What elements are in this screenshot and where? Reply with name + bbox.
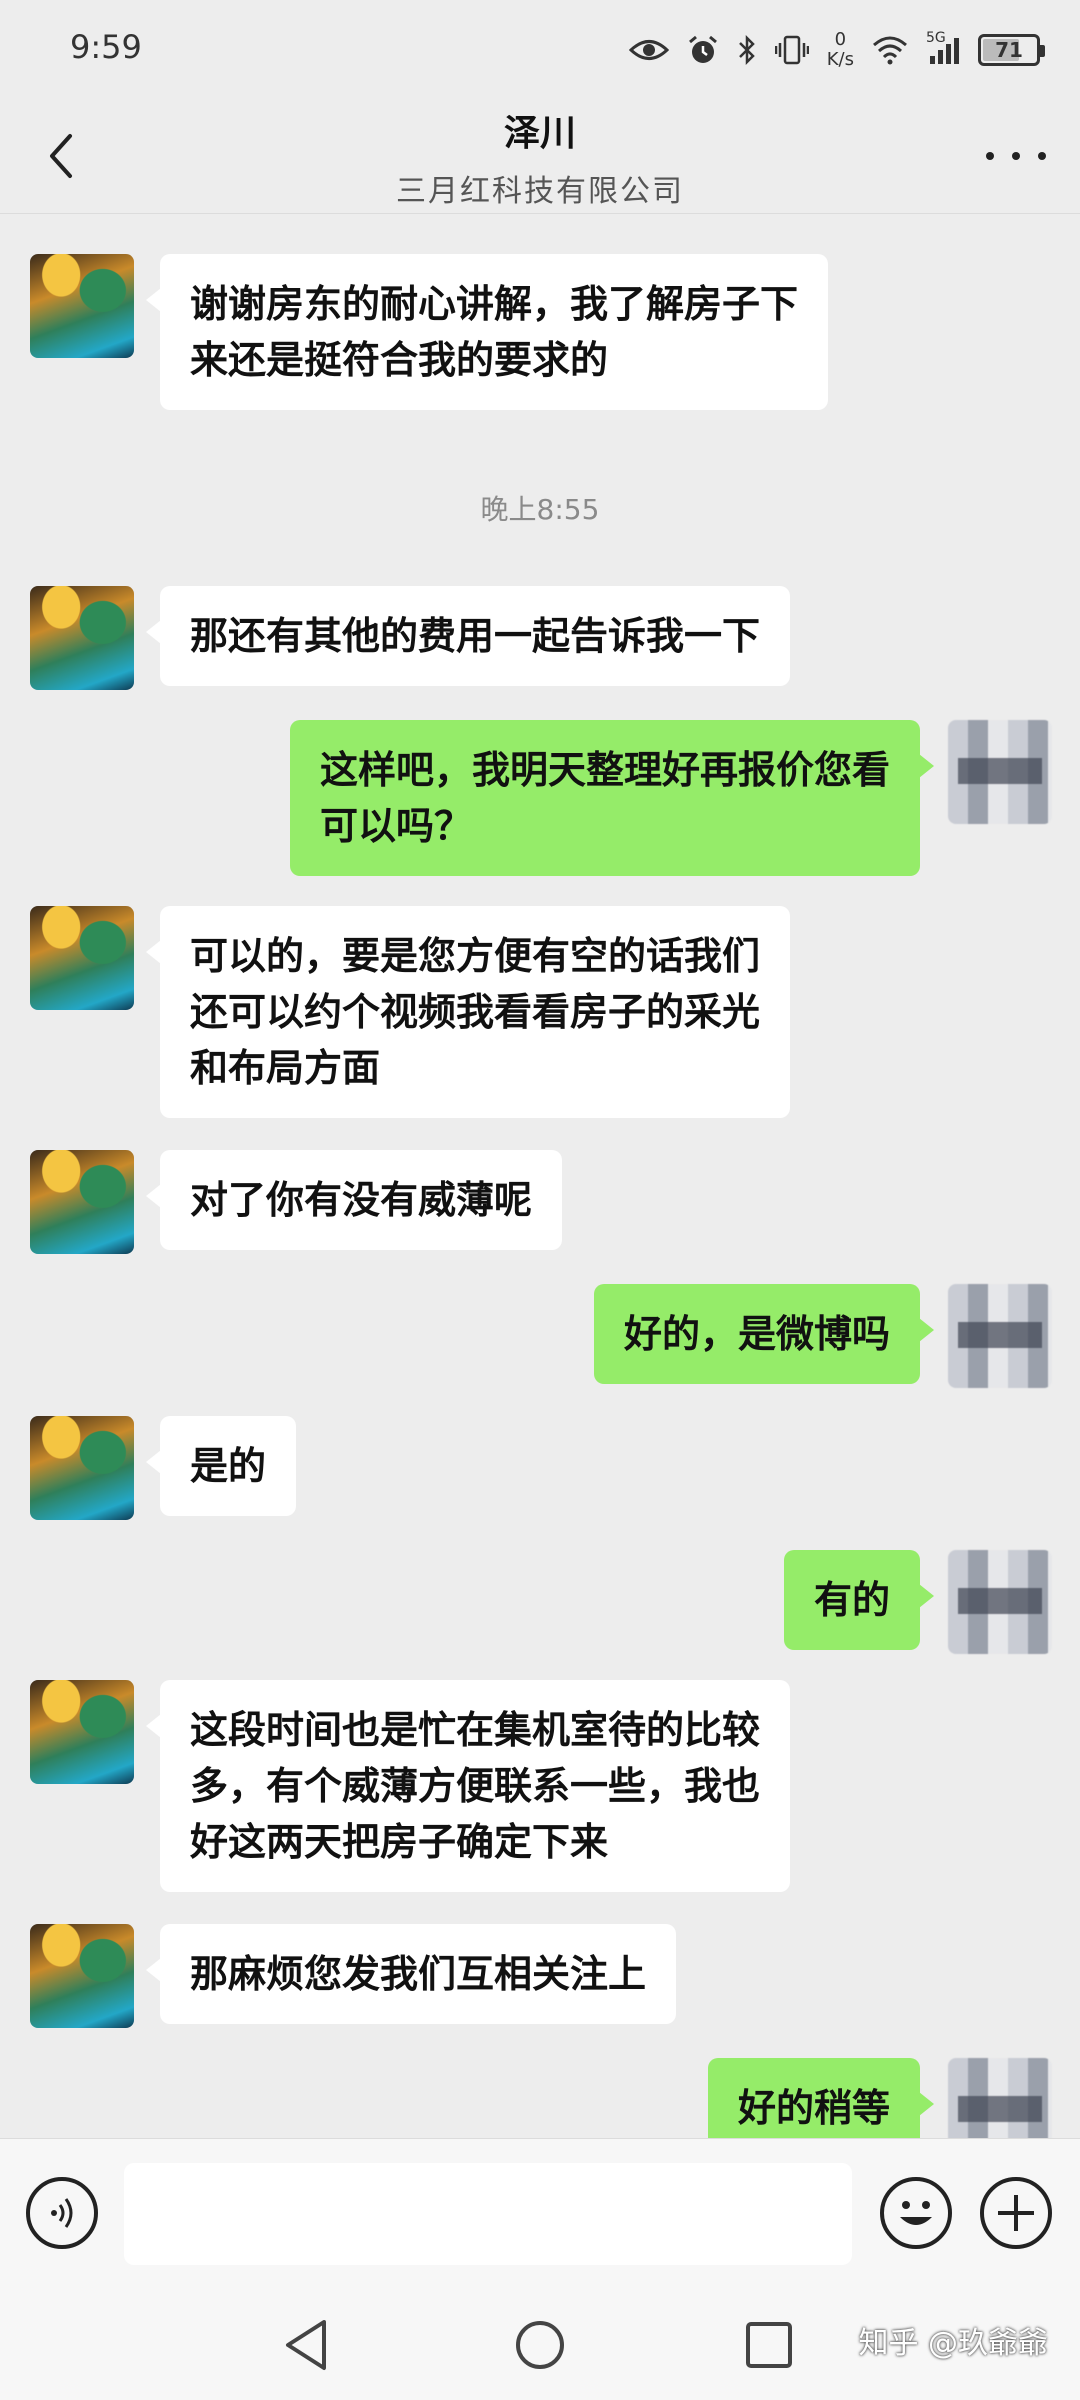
contact-avatar[interactable] [30, 1924, 134, 2028]
title-wrap: 泽川 三月红科技有限公司 [0, 104, 1080, 210]
self-avatar[interactable] [948, 720, 1052, 824]
battery-icon: 71 [978, 34, 1045, 66]
nav-back-button[interactable] [274, 2312, 340, 2378]
more-button[interactable] [986, 136, 1046, 176]
chat-title: 泽川 [503, 112, 576, 154]
net-speed-value: 0 [834, 29, 847, 50]
chat-header: 泽川 三月红科技有限公司 [0, 96, 1080, 214]
wifi-icon [873, 36, 907, 65]
self-avatar[interactable] [948, 2058, 1052, 2138]
message-bubble-incoming[interactable]: 是的 [145, 1416, 297, 1516]
voice-button[interactable] [26, 2177, 98, 2249]
nav-recents-icon [746, 2322, 792, 2368]
nav-home-icon [516, 2321, 564, 2369]
nav-home-button[interactable] [507, 2312, 573, 2378]
chat-subtitle: 三月红科技有限公司 [396, 174, 684, 209]
message-bubble-outgoing[interactable]: 好的稍等 [707, 2058, 935, 2138]
more-dot [986, 152, 994, 160]
message-bubble-incoming[interactable]: 那还有其他的费用一起告诉我一下 [145, 586, 791, 686]
message-bubble-incoming[interactable]: 谢谢房东的耐心讲解，我了解房子下 来还是挺符合我的要求的 [145, 254, 829, 410]
nav-recents-button[interactable] [736, 2312, 802, 2378]
status-icons: 0 K/s 5G 71 [628, 22, 1045, 78]
eye-icon [628, 40, 669, 60]
message-bubble-outgoing[interactable]: 好的，是微博吗 [593, 1284, 935, 1384]
self-avatar[interactable] [948, 1284, 1052, 1388]
battery-level: 71 [995, 38, 1023, 62]
plus-button[interactable] [980, 2177, 1052, 2249]
message-bubble-outgoing[interactable]: 这样吧，我明天整理好再报价您看 可以吗？ [289, 720, 935, 876]
contact-avatar[interactable] [30, 1680, 134, 1784]
contact-avatar[interactable] [30, 254, 134, 358]
signal-icon: 5G [926, 30, 960, 66]
message-bubble-incoming[interactable]: 可以的，要是您方便有空的话我们 还可以约个视频我看看房子的采光 和布局方面 [145, 906, 791, 1118]
plus-icon [998, 2195, 1034, 2231]
system-nav-bar: 知乎 @玖爺爺 [0, 2290, 1080, 2400]
more-dot [1038, 152, 1046, 160]
contact-avatar[interactable] [30, 1150, 134, 1254]
message-bubble-incoming[interactable]: 那麻烦您发我们互相关注上 [145, 1924, 677, 2024]
voice-icon [51, 2198, 73, 2228]
input-bar [0, 2138, 1080, 2290]
net-speed-unit: K/s [826, 49, 854, 70]
alarm-icon [688, 35, 717, 63]
vibrate-icon [774, 35, 809, 65]
net-speed: 0 K/s [827, 30, 854, 70]
status-bar: 9:59 0 K/s 5G 71 [0, 0, 1080, 96]
bluetooth-icon [738, 34, 755, 66]
watermark: 知乎 @玖爺爺 [858, 2326, 1048, 2361]
chat-area[interactable]: 谢谢房东的耐心讲解，我了解房子下 来还是挺符合我的要求的 晚上8:55 那还有其… [0, 214, 1080, 2138]
message-bubble-outgoing[interactable]: 有的 [783, 1550, 935, 1650]
nav-back-icon [286, 2320, 326, 2370]
message-bubble-incoming[interactable]: 对了你有没有威薄呢 [145, 1150, 563, 1250]
status-time: 9:59 [70, 28, 142, 66]
message-timestamp: 晚上8:55 [480, 493, 600, 526]
contact-avatar[interactable] [30, 586, 134, 690]
message-input[interactable] [124, 2163, 852, 2265]
more-dot [1012, 152, 1020, 160]
message-bubble-incoming[interactable]: 这段时间也是忙在集机室待的比较 多，有个威薄方便联系一些，我也 好这两天把房子确… [145, 1680, 791, 1892]
emoji-button[interactable] [880, 2177, 952, 2249]
contact-avatar[interactable] [30, 1416, 134, 1520]
emoji-icon [900, 2201, 932, 2225]
contact-avatar[interactable] [30, 906, 134, 1010]
self-avatar[interactable] [948, 1550, 1052, 1654]
